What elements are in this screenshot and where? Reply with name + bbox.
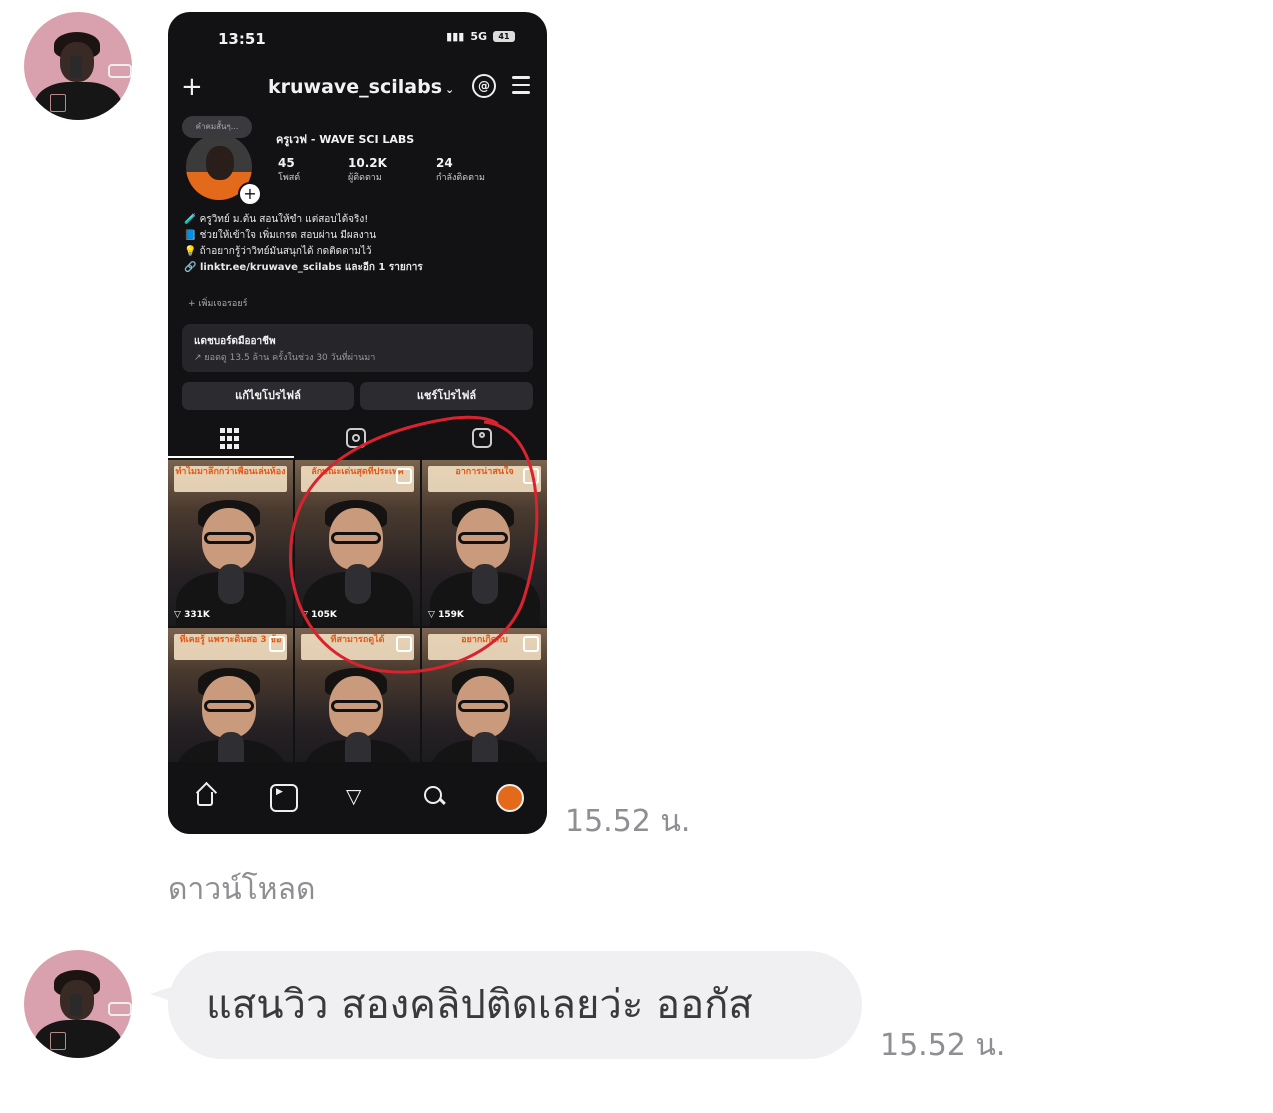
post-thumbnail: ที่เคยรู้ แพราะดินสอ 3 ข้อ (168, 628, 293, 768)
post-views: ▽ 331K (174, 610, 210, 620)
bio-line: 📘 ช่วยให้เข้าใจ เพิ่มเกรด สอบผ่าน มีผลงา… (184, 230, 377, 241)
dashboard-subtitle: ↗ ยอดดู 13.5 ล้าน ครั้งในช่วง 30 วันที่ผ… (194, 353, 376, 363)
bio-line: 🧪 ครูวิทย์ ม.ต้น สอนให้ขำ แต่สอบได้จริง! (184, 214, 369, 225)
ig-post-grid: ทำไมมาลึกกว่าเพื่อนเล่นห้อง ▽ 331K ลักษณ… (168, 460, 547, 768)
post-thumbnail: ที่สามารถดูได้ (295, 628, 420, 768)
add-story-icon: + (238, 182, 262, 206)
reel-badge-icon (523, 468, 539, 484)
post-views: ▽ 159K (428, 610, 464, 620)
status-time: 13:51 (218, 30, 266, 48)
avatar-shirt-print (50, 1032, 66, 1050)
image-message[interactable]: 13:51 ▮▮▮ 5G 41 + kruwave_scilabs ⌄ @ คำค… (168, 12, 547, 834)
threads-icon: @ (472, 74, 496, 98)
post-thumbnail: อาการน่าสนใจ ▽ 159K (422, 460, 547, 626)
status-icons: ▮▮▮ 5G 41 (446, 30, 515, 43)
bio-link: 🔗 linktr.ee/kruwave_scilabs และอีก 1 ราย… (184, 262, 423, 273)
ig-bottom-nav: ▽ (168, 762, 547, 834)
post-views: ▽ 105K (301, 610, 337, 620)
ig-topbar: + kruwave_scilabs ⌄ @ (168, 74, 547, 104)
battery-icon: 41 (493, 31, 515, 42)
search-icon (422, 784, 446, 808)
tab-indicator (168, 456, 294, 458)
reels-tab-icon (346, 428, 366, 448)
tagged-tab-icon (472, 428, 492, 448)
ig-display-name: ครูเวฟ - WAVE SCI LABS (276, 133, 415, 146)
stat-following: 24 กำลังติดตาม (436, 156, 485, 183)
edit-profile-button: แก้ไขโปรไฟล์ (182, 382, 354, 410)
dashboard-title: แดชบอร์ดมืออาชีพ (194, 336, 276, 347)
stat-posts: 45 โพสต์ (278, 156, 301, 183)
ig-bio: 🧪 ครูวิทย์ ม.ต้น สอนให้ขำ แต่สอบได้จริง!… (184, 212, 423, 276)
avatar-phone (70, 994, 82, 1016)
avatar-phone (70, 56, 82, 78)
post-thumbnail: ทำไมมาลึกกว่าเพื่อนเล่นห้อง ▽ 331K (168, 460, 293, 626)
send-icon: ▽ (346, 784, 362, 808)
reel-badge-icon (396, 468, 412, 484)
grid-icon (220, 428, 242, 450)
reel-badge-icon (269, 636, 285, 652)
signal-icon: ▮▮▮ (446, 30, 465, 43)
post-thumbnail: อยากเกิดกับ (422, 628, 547, 768)
ig-note-bubble: คำคมสั้นๆ... (182, 116, 252, 138)
ig-username-text: kruwave_scilabs (268, 76, 443, 98)
ig-username: kruwave_scilabs ⌄ (268, 76, 454, 98)
home-icon (194, 784, 218, 808)
ig-profile-tabs (168, 428, 547, 456)
reels-icon (270, 784, 298, 812)
share-profile-button: แชร์โปรไฟล์ (360, 382, 533, 410)
stat-followers: 10.2K ผู้ติดตาม (348, 156, 387, 183)
bio-line: 💡 ถ้าอยากรู้ว่าวิทย์มันสนุกได้ กดติดตามไ… (184, 246, 372, 257)
ig-translation: + เพิ่มเจอรอยร์ (188, 299, 248, 309)
avatar-shirt-print (50, 94, 66, 112)
post-thumbnail: ลักษณะเด่นสุดที่ประเทศ ▽ 105K (295, 460, 420, 626)
link-icon: 🔗 (184, 262, 200, 273)
network-label: 5G (470, 30, 487, 43)
chevron-down-icon: ⌄ (445, 83, 455, 96)
avatar-body (34, 82, 122, 120)
sender-avatar[interactable] (24, 950, 132, 1058)
reel-badge-icon (523, 636, 539, 652)
avatar-hook (108, 1002, 132, 1016)
reel-badge-icon (396, 636, 412, 652)
message-timestamp: 15.52 น. (880, 1028, 1006, 1063)
plus-icon: + (181, 72, 203, 102)
ig-professional-dashboard: แดชบอร์ดมืออาชีพ ↗ ยอดดู 13.5 ล้าน ครั้ง… (182, 324, 533, 372)
profile-icon (496, 784, 524, 812)
avatar-hook (108, 64, 132, 78)
text-message-bubble[interactable]: แสนวิว สองคลิปติดเลยว่ะ ออกัส (168, 951, 862, 1059)
message-timestamp: 15.52 น. (565, 804, 691, 839)
avatar-body (34, 1020, 122, 1058)
hamburger-menu-icon (512, 76, 530, 99)
sender-avatar[interactable] (24, 12, 132, 120)
download-link[interactable]: ดาวน์โหลด (168, 866, 315, 913)
